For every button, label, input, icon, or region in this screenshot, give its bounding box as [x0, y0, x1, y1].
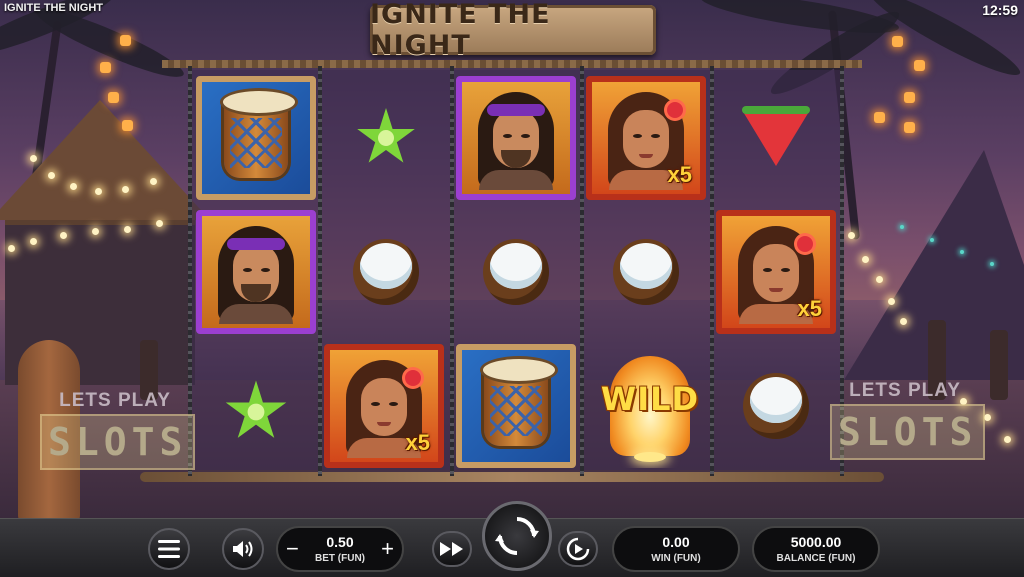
string-light [876, 276, 883, 283]
string-light [48, 172, 55, 179]
string-light [92, 228, 99, 235]
autoplay-button[interactable] [558, 531, 598, 567]
string-light [122, 186, 129, 193]
teal-light [900, 225, 904, 229]
fast-forward-icon [440, 542, 463, 556]
control-bar: − 0.50 BET (FUN) + 0.00 WIN (FUN) 5000.0… [0, 501, 1024, 577]
woman-icon: x5 [716, 210, 836, 334]
game-title: IGNITE THE NIGHT [4, 2, 103, 14]
tiki-torch [990, 330, 1008, 400]
reel-chain [318, 66, 322, 476]
spin-button[interactable] [482, 501, 552, 571]
sound-button[interactable] [222, 528, 264, 570]
coconut-icon [716, 344, 836, 468]
coconut-icon [586, 210, 706, 334]
bet-value: 0.50 [326, 533, 354, 550]
reel-chain [710, 66, 714, 476]
starfruit-icon [196, 350, 316, 474]
clock: 12:59 [982, 2, 1018, 18]
string-light [95, 188, 102, 195]
autoplay-icon [566, 537, 590, 561]
bet-control: − 0.50 BET (FUN) + [276, 526, 404, 572]
balance-display: 5000.00 BALANCE (FUN) [752, 526, 880, 572]
hamburger-icon [158, 540, 180, 558]
lantern-light [892, 36, 903, 47]
lets-play-slots-sign-right: LETS PLAY SLOTS [830, 380, 986, 460]
sign-bottom-text: SLOTS [40, 414, 196, 470]
string-light [848, 232, 855, 239]
speaker-icon [233, 541, 253, 557]
balance-value: 5000.00 [790, 533, 842, 550]
lantern-light [914, 60, 925, 71]
menu-button[interactable] [148, 528, 190, 570]
drum-icon [456, 344, 576, 468]
string-light [888, 298, 895, 305]
coconut-icon [326, 210, 446, 334]
lantern-light [100, 62, 111, 73]
bet-label: BET (FUN) [315, 552, 365, 564]
string-light [156, 220, 163, 227]
teal-light [990, 262, 994, 266]
bet-minus-button[interactable]: − [286, 538, 299, 560]
string-light [862, 256, 869, 263]
watermelon-icon [716, 76, 836, 200]
lantern-light [108, 92, 119, 103]
man-icon [196, 210, 316, 334]
bet-plus-button[interactable]: + [381, 538, 394, 560]
balance-label: BALANCE (FUN) [776, 552, 856, 564]
drum-icon [196, 76, 316, 200]
string-light [150, 178, 157, 185]
win-value: 0.00 [662, 533, 690, 550]
wild-lantern-icon: WILD [590, 344, 710, 468]
win-label: WIN (FUN) [651, 552, 701, 564]
lantern-light [874, 112, 885, 123]
woman-icon: x5 [324, 344, 444, 468]
reel-chain [580, 66, 584, 476]
woman-icon: x5 [586, 76, 706, 200]
spin-icon [495, 517, 539, 555]
multiplier-badge: x5 [797, 296, 822, 321]
string-light [900, 318, 907, 325]
coconut-icon [456, 210, 576, 334]
lantern-light [122, 120, 133, 131]
string-light [70, 183, 77, 190]
win-display: 0.00 WIN (FUN) [612, 526, 740, 572]
string-light [30, 238, 37, 245]
string-light [1004, 436, 1011, 443]
teal-light [960, 250, 964, 254]
reel-chain [450, 66, 454, 476]
string-light [60, 232, 67, 239]
turbo-button[interactable] [432, 531, 472, 567]
lantern-light [904, 92, 915, 103]
string-light [8, 245, 15, 252]
lantern-light [120, 35, 131, 46]
string-light [124, 226, 131, 233]
sign-top-text: LETS PLAY [59, 390, 171, 411]
multiplier-badge: x5 [405, 430, 430, 455]
lets-play-slots-sign-left: LETS PLAY SLOTS [40, 390, 196, 470]
logo-text: IGNITE THE NIGHT [370, 0, 551, 61]
top-bamboo-bar [162, 60, 862, 68]
teal-light [930, 238, 934, 242]
starfruit-icon [326, 76, 446, 200]
sign-bottom-text: SLOTS [830, 404, 986, 460]
multiplier-badge: x5 [667, 162, 692, 187]
string-light [30, 155, 37, 162]
game-logo: IGNITE THE NIGHT [370, 0, 656, 61]
man-icon [456, 76, 576, 200]
sign-top-text: LETS PLAY [849, 380, 961, 401]
wild-label: WILD [600, 380, 700, 418]
lantern-light [904, 122, 915, 133]
